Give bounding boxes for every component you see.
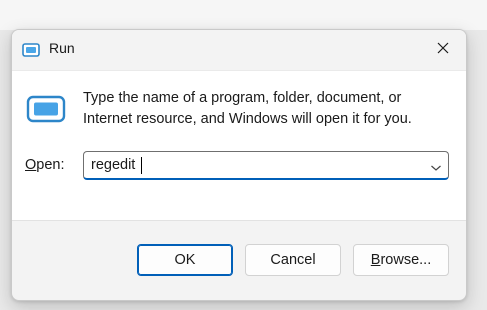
open-combobox[interactable]: regedit — [83, 151, 449, 180]
instruction-text: Type the name of a program, folder, docu… — [83, 88, 443, 130]
browse-button[interactable]: Browse... — [353, 244, 449, 276]
instruction-line-2: Internet resource, and Windows will open… — [83, 111, 412, 127]
text-caret — [141, 157, 142, 174]
dialog-content: Type the name of a program, folder, docu… — [12, 70, 466, 221]
open-label-mnemonic: O — [25, 157, 37, 173]
run-app-icon — [22, 43, 40, 57]
background-top — [0, 0, 487, 30]
chevron-down-icon[interactable] — [430, 160, 442, 171]
ok-button-label: OK — [174, 252, 196, 268]
window-title: Run — [49, 40, 75, 56]
open-input[interactable]: regedit — [91, 157, 135, 173]
cancel-button-label: Cancel — [270, 252, 316, 268]
instruction-line-1: Type the name of a program, folder, docu… — [83, 90, 402, 106]
browse-button-label: rowse... — [380, 252, 432, 268]
cancel-button[interactable]: Cancel — [245, 244, 341, 276]
title-bar[interactable]: Run — [12, 30, 466, 70]
open-label: Open: — [25, 157, 65, 173]
close-button[interactable] — [420, 30, 466, 70]
open-label-text: pen: — [36, 157, 65, 173]
close-icon — [437, 41, 449, 59]
ok-button[interactable]: OK — [137, 244, 233, 276]
run-dialog: Run Type the name of a program, folder, … — [11, 29, 467, 301]
browse-mnemonic: B — [370, 252, 381, 268]
run-large-icon — [26, 95, 66, 123]
